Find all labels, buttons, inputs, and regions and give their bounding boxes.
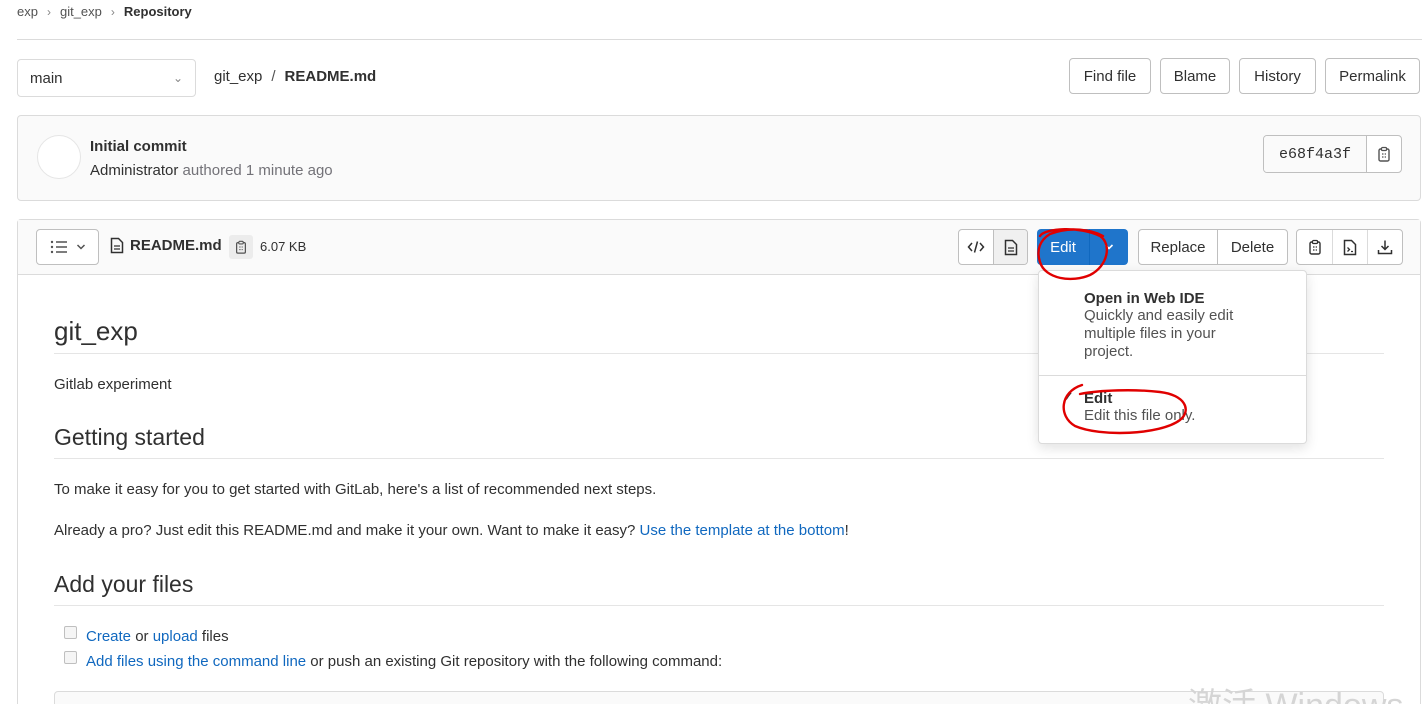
task-item: Create or upload files [64, 626, 229, 645]
divider [54, 605, 1384, 606]
breadcrumb-project[interactable]: git_exp [60, 4, 102, 19]
path-separator: / [271, 68, 276, 85]
paragraph-text: Already a pro? Just edit this README.md … [54, 522, 640, 539]
path-file-name[interactable]: README.md [285, 68, 377, 85]
file-name: README.md [130, 237, 222, 254]
copy-icon [1308, 239, 1321, 255]
task-text: or push an existing Git repository with … [306, 653, 723, 670]
menu-item-description: multiple files in your [1084, 325, 1216, 342]
commit-title[interactable]: Initial commit [90, 138, 187, 155]
last-commit: Initial commit Administrator authored 1 … [17, 115, 1421, 201]
file-size: 6.07 KB [260, 239, 307, 254]
copy-file-path-button[interactable] [229, 235, 253, 259]
menu-item-edit[interactable]: Edit Edit this file only. [1084, 390, 1294, 425]
commit-meta: Administrator authored 1 minute ago [90, 162, 333, 179]
find-file-button[interactable]: Find file [1069, 58, 1151, 94]
readme-paragraph-2: Already a pro? Just edit this README.md … [54, 522, 849, 539]
file-path: git_exp / README.md [214, 68, 376, 85]
readme-paragraph-1: To make it easy for you to get started w… [54, 481, 657, 498]
chevron-down-icon [1104, 244, 1114, 250]
code-icon [967, 241, 985, 253]
paragraph-text: ! [844, 522, 849, 539]
path-project-link[interactable]: git_exp [214, 68, 262, 85]
chevron-right-icon: › [110, 4, 115, 19]
breadcrumb-group[interactable]: exp [17, 4, 38, 19]
file-actions-group [1296, 229, 1403, 265]
download-icon [1377, 240, 1393, 255]
commit-author[interactable]: Administrator [90, 162, 178, 179]
branch-selector[interactable]: main ⌄ [17, 59, 196, 97]
windows-activation-watermark: 激活 Windows [1188, 678, 1403, 704]
edit-button[interactable]: Edit [1037, 229, 1090, 265]
commit-sha-group: e68f4a3f [1263, 135, 1402, 173]
file-raw-icon [1343, 239, 1357, 255]
branch-name: main [30, 69, 63, 87]
replace-delete-group: Replace Delete [1138, 229, 1288, 265]
file-header: README.md 6.07 KB Edit Replace Delete [18, 220, 1420, 275]
heading-getting-started: Getting started [54, 424, 205, 450]
task-text: files [197, 628, 229, 645]
commit-sha[interactable]: e68f4a3f [1264, 136, 1367, 172]
blame-button[interactable]: Blame [1160, 58, 1230, 94]
chevron-right-icon: › [46, 4, 51, 19]
create-link[interactable]: Create [86, 628, 131, 645]
divider [17, 39, 1422, 40]
breadcrumb: exp › git_exp › Repository [17, 4, 192, 19]
heading-add-files: Add your files [54, 571, 194, 597]
copy-icon [1378, 146, 1390, 162]
table-of-contents-button[interactable] [36, 229, 99, 265]
file-title: README.md [110, 237, 222, 254]
code-block [54, 691, 1384, 704]
edit-dropdown-toggle[interactable] [1090, 229, 1128, 265]
task-item: Add files using the command line or push… [64, 651, 723, 670]
divider [54, 458, 1384, 459]
menu-item-description: project. [1084, 343, 1134, 360]
commit-authored-text: authored 1 minute ago [182, 162, 333, 179]
edit-dropdown-menu: Open in Web IDE Quickly and easily edit … [1038, 270, 1307, 444]
task-checkbox[interactable] [64, 626, 77, 639]
copy-contents-button[interactable] [1297, 230, 1332, 264]
list-icon [50, 240, 67, 254]
copy-icon [236, 240, 246, 254]
upload-link[interactable]: upload [153, 628, 198, 645]
avatar[interactable] [37, 135, 81, 179]
check-icon: ✓ [1063, 389, 1074, 404]
file-icon [110, 237, 124, 254]
viewer-toggle [958, 229, 1028, 265]
readme-title: git_exp [54, 316, 138, 346]
command-line-link[interactable]: Add files using the command line [86, 653, 306, 670]
delete-button[interactable]: Delete [1218, 230, 1287, 264]
menu-item-title: Open in Web IDE [1084, 290, 1205, 307]
permalink-button[interactable]: Permalink [1325, 58, 1420, 94]
menu-item-description: Quickly and easily edit [1084, 307, 1234, 324]
chevron-down-icon [76, 244, 85, 250]
download-button[interactable] [1367, 230, 1402, 264]
file-text-icon [1004, 239, 1017, 255]
display-rendered-button[interactable] [993, 230, 1027, 264]
display-source-button[interactable] [959, 230, 993, 264]
open-raw-button[interactable] [1332, 230, 1367, 264]
menu-item-title: Edit [1084, 390, 1113, 407]
edit-split-button: Edit [1037, 229, 1128, 265]
task-text: or [131, 628, 153, 645]
template-link[interactable]: Use the template at the bottom [640, 522, 845, 539]
readme-intro: Gitlab experiment [54, 376, 172, 393]
replace-button[interactable]: Replace [1139, 230, 1218, 264]
menu-item-open-web-ide[interactable]: Open in Web IDE Quickly and easily edit … [1084, 290, 1294, 361]
task-checkbox[interactable] [64, 651, 77, 664]
chevron-down-icon: ⌄ [172, 71, 183, 85]
copy-sha-button[interactable] [1367, 136, 1401, 172]
breadcrumb-current[interactable]: Repository [124, 4, 192, 19]
menu-item-description: Edit this file only. [1084, 407, 1196, 424]
menu-divider [1039, 375, 1306, 376]
history-button[interactable]: History [1239, 58, 1316, 94]
